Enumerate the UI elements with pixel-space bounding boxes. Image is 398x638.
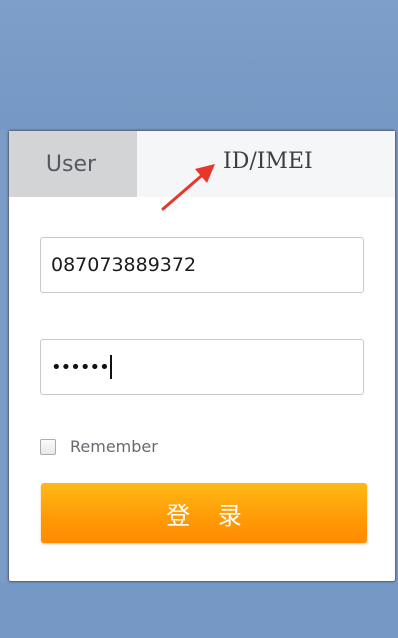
top-background xyxy=(0,0,398,130)
tab-id-imei-label: ID/IMEI xyxy=(223,148,313,174)
password-field[interactable]: •••••• xyxy=(40,339,364,395)
login-button[interactable]: 登 录 xyxy=(41,483,367,543)
username-value: 087073889372 xyxy=(51,254,197,276)
password-value: •••••• xyxy=(51,356,110,378)
tab-user[interactable]: User xyxy=(9,131,137,197)
tab-id-imei[interactable]: ID/IMEI xyxy=(209,141,339,181)
login-button-label: 登 录 xyxy=(166,501,252,530)
remember-label: Remember xyxy=(70,437,158,456)
bottom-background xyxy=(0,582,398,638)
login-panel: User ID/IMEI 087073889372 •••••• Remembe… xyxy=(8,130,396,582)
red-arrow-icon xyxy=(161,164,215,211)
login-tabs: User ID/IMEI xyxy=(9,131,395,211)
remember-option[interactable]: Remember xyxy=(40,437,158,456)
remember-checkbox[interactable] xyxy=(40,438,56,455)
text-caret xyxy=(109,355,112,379)
username-field[interactable]: 087073889372 xyxy=(40,237,364,293)
tab-user-label: User xyxy=(45,151,97,177)
